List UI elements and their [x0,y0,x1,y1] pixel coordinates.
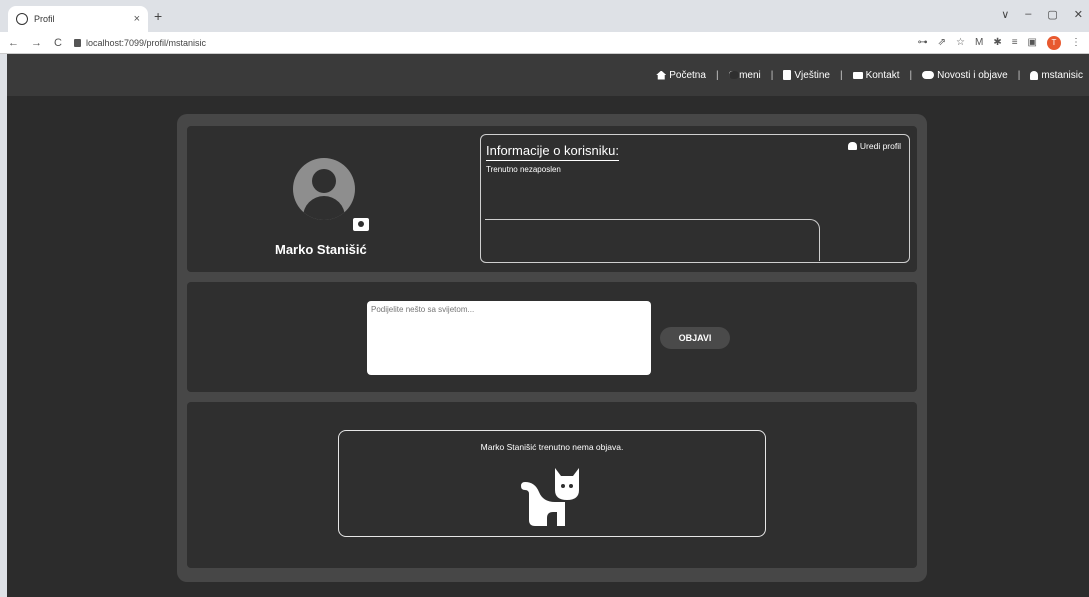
employment-status: Trenutno nezaposlen [486,165,561,174]
camera-icon[interactable] [353,218,369,231]
tab-favicon-icon [16,13,28,25]
new-tab-button[interactable]: + [154,8,162,24]
nav-item-vjestine[interactable]: Vještine [783,70,830,81]
user-icon [1030,70,1039,80]
new-post-card: OBJAVI [187,282,917,392]
star-icon[interactable]: ☆ [956,37,965,48]
nav-separator: | [770,69,774,81]
home-icon [656,70,667,80]
address-bar: ← → C localhost:7099/profil/mstanisic ⊶ … [0,32,1089,54]
page: Početna | O meni | Vještine | Kontakt | … [7,54,1089,597]
profile-name: Marko Stanišić [275,242,367,257]
extension-m-icon[interactable]: M [975,37,983,48]
browser-nav-buttons: ← → C [8,37,62,49]
avatar-head [312,169,336,193]
nav-label: Vještine [794,69,830,81]
share-icon[interactable]: ⇗ [938,37,946,48]
nav-separator: | [839,69,843,81]
profile-avatar[interactable]: T [1047,35,1061,50]
nav-item-novosti[interactable]: Novosti i objave [922,70,1008,81]
nav-item-o-meni[interactable]: O meni [728,70,761,81]
profile-card: Marko Stanišić Informacije o korisniku: … [187,126,917,272]
browser-tab[interactable]: Profil × [8,6,148,32]
posts-feed-card: Marko Stanišić trenutno nema objava. [187,402,917,568]
tab-search-button[interactable]: ∨ [1001,8,1009,21]
empty-posts-text: Marko Stanišić trenutno nema objava. [480,442,624,452]
nav-item-kontakt[interactable]: Kontakt [852,69,900,81]
empty-posts-box: Marko Stanišić trenutno nema objava. [338,430,766,537]
site-navbar: Početna | O meni | Vještine | Kontakt | … [7,54,1089,96]
nav-label: mstanisic [1041,69,1083,81]
window-controls: ∨ – ▢ ✕ [1001,8,1083,21]
id-card-icon [728,71,739,79]
book-icon [783,70,792,80]
reading-list-icon[interactable]: ≡ [1012,37,1018,48]
edit-profile-label: Uredi profil [859,141,901,151]
comments-icon [922,71,935,79]
tab-close-icon[interactable]: × [134,13,140,25]
browser-toolbar-icons: ⊶ ⇗ ☆ M ✱ ≡ ▣ T ⋮ [918,35,1081,50]
nav-separator: | [1017,69,1021,81]
publish-button[interactable]: OBJAVI [660,327,730,349]
user-info-title: Informacije o korisniku: [486,143,619,161]
user-edit-icon [847,142,857,150]
edit-profile-button[interactable]: Uredi profil [847,141,901,151]
avatar-body [303,196,345,220]
minimize-button[interactable]: – [1025,8,1031,21]
profile-panel: Marko Stanišić Informacije o korisniku: … [177,114,927,582]
side-panel-icon[interactable]: ▣ [1028,37,1037,48]
nav-label: Početna [669,69,706,81]
nav-item-user[interactable]: mstanisic [1030,70,1083,81]
restore-button[interactable]: ▢ [1047,8,1057,21]
url-field[interactable]: localhost:7099/profil/mstanisic [73,37,207,48]
envelope-icon [852,71,863,79]
nav-label: Kontakt [865,69,900,81]
nav-separator: | [909,69,913,81]
back-arrow-icon[interactable]: ← [8,37,19,49]
url-text: localhost:7099/profil/mstanisic [85,37,207,48]
reload-icon[interactable]: C [54,37,62,49]
browser-tab-bar: Profil × + ∨ – ▢ ✕ [0,0,1089,32]
nav-label: Novosti i objave [937,69,1008,81]
puzzle-icon[interactable]: ✱ [993,37,1001,48]
user-info-box: Informacije o korisniku: Trenutno nezapo… [480,134,910,263]
tab-title: Profil [34,14,55,24]
forward-arrow-icon[interactable]: → [31,37,42,49]
post-input[interactable] [367,301,651,375]
key-icon[interactable]: ⊶ [918,37,928,48]
nav-separator: | [715,69,719,81]
cat-icon [521,468,579,526]
nav-item-pocetna[interactable]: Početna [656,70,706,81]
menu-kebab-icon[interactable]: ⋮ [1071,37,1081,48]
lock-icon [73,38,81,47]
info-inner-frame [485,219,820,261]
avatar [293,158,355,220]
close-window-button[interactable]: ✕ [1074,8,1083,21]
